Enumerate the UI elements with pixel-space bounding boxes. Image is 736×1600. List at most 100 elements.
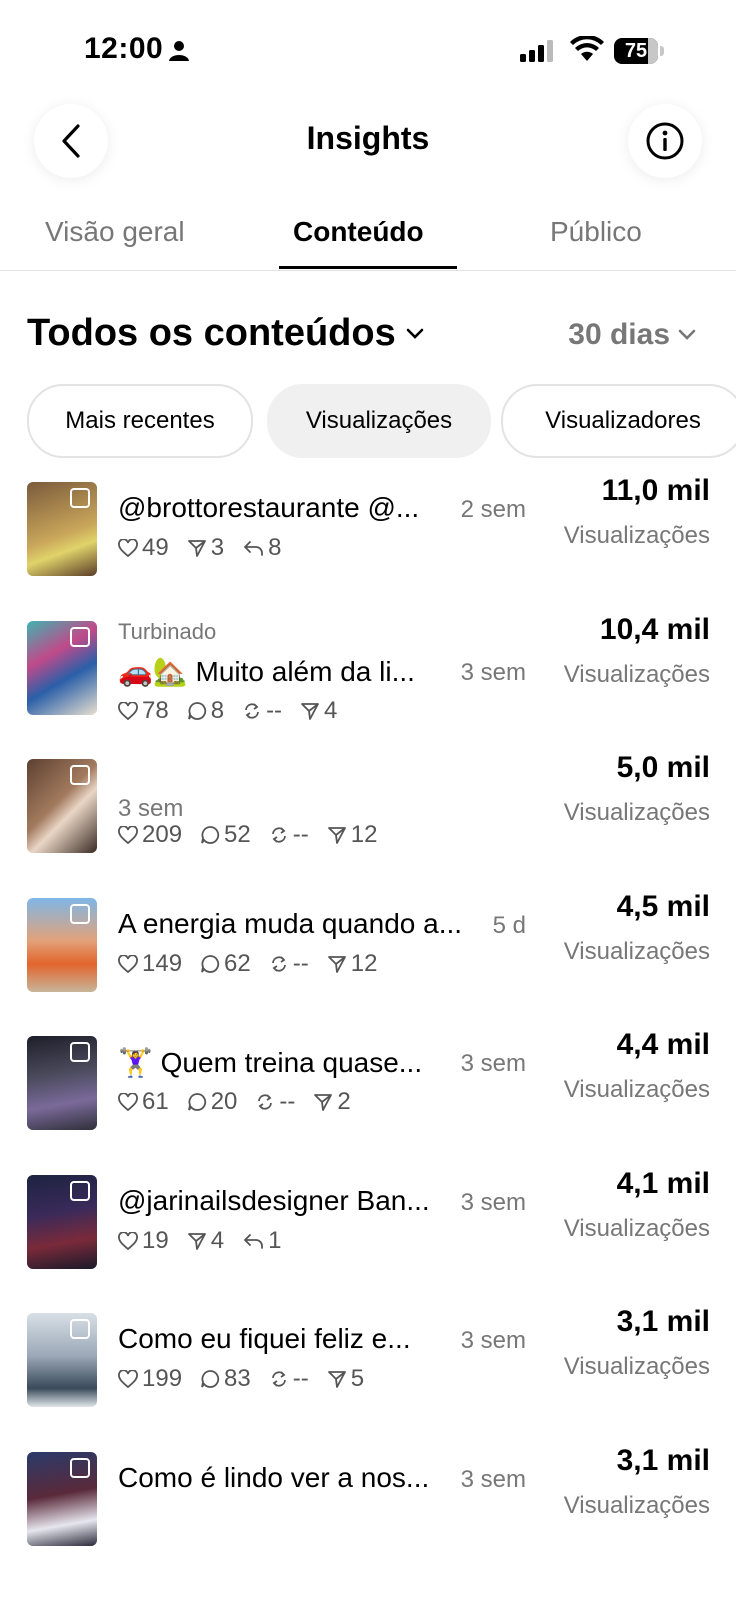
reposts-icon (269, 1369, 289, 1389)
likes-icon (118, 826, 138, 844)
post-caption: @jarinailsdesigner Ban... (118, 1184, 430, 1216)
likes-icon (118, 1370, 138, 1388)
post-caption: A energia muda quando a... (118, 907, 463, 939)
media-type-icon (70, 1180, 90, 1201)
post-thumbnail[interactable] (27, 897, 97, 992)
chip-mais-recentes[interactable]: Mais recentes (27, 384, 253, 458)
replies-count: 8 (242, 534, 281, 562)
chip-visualizadores[interactable]: Visualizadores (501, 384, 736, 458)
shares-count: 12 (327, 821, 377, 849)
comments-value: 83 (224, 1365, 251, 1392)
post-thumbnail[interactable] (27, 759, 97, 853)
tab-publico[interactable]: Público (550, 216, 642, 248)
post-thumbnail[interactable] (27, 1313, 97, 1407)
shares-icon (187, 538, 207, 558)
battery-icon: 75 (614, 38, 658, 64)
shares-count: 4 (187, 1227, 224, 1255)
likes-value: 61 (142, 1088, 169, 1115)
post-row[interactable]: 3 sem 209 52 -- 12 5,0 mil Visualizações (0, 751, 736, 897)
likes-count: 199 (118, 1365, 182, 1393)
post-age: 3 sem (460, 1188, 526, 1216)
likes-count: 61 (118, 1088, 169, 1116)
period-dropdown[interactable]: 30 dias (568, 318, 696, 352)
shares-value: 5 (350, 1365, 365, 1392)
status-time: 12:00 (84, 32, 164, 65)
views-value: 4,1 mil (616, 1166, 710, 1200)
likes-count: 49 (118, 534, 169, 562)
views-value: 11,0 mil (601, 474, 710, 507)
page-title: Insights (306, 120, 430, 156)
views-value: 4,5 mil (616, 889, 710, 923)
media-type-icon (70, 1042, 90, 1062)
likes-count: 19 (118, 1227, 169, 1255)
post-age: 2 sem (460, 496, 526, 523)
post-row[interactable]: @jarinailsdesigner Ban... 3 sem 19 4 1 4,1 mi… (0, 1167, 736, 1313)
reposts-value: -- (279, 1088, 296, 1115)
reposts-count: -- (269, 1365, 309, 1393)
views-value: 5,0 mil (616, 751, 710, 784)
tab-visao-geral[interactable]: Visão geral (45, 216, 185, 248)
views-value: 10,4 mil (599, 612, 710, 646)
post-caption: @brottorestaurante @... (118, 492, 420, 523)
content-type-dropdown[interactable]: Todos os conteúdos (27, 312, 424, 355)
status-bar: 12:00 75 (0, 0, 736, 100)
comments-count: 52 (200, 821, 251, 849)
shares-count: 5 (327, 1365, 364, 1393)
reposts-value: -- (292, 949, 309, 977)
likes-value: 49 (142, 534, 169, 561)
post-age: 3 sem (460, 658, 526, 686)
info-button[interactable] (628, 104, 702, 178)
post-row[interactable]: @brottorestaurante @... 2 sem 49 3 8 11,0 mil… (0, 474, 736, 620)
comments-icon (200, 1369, 220, 1389)
post-age: 3 sem (460, 1465, 526, 1493)
post-caption: 🚗🏡 Muito além da li... (118, 655, 415, 687)
views-value: 3,1 mil (616, 1443, 710, 1477)
likes-value: 199 (142, 1365, 183, 1392)
tab-conteudo[interactable]: Conteúdo (293, 216, 424, 248)
likes-count: 78 (118, 697, 169, 725)
post-row[interactable]: A energia muda quando a... 5 d 149 62 -- 12 4,… (0, 890, 736, 1036)
chip-visualizacoes[interactable]: Visualizações (267, 384, 491, 458)
reposts-count: -- (255, 1088, 295, 1116)
post-thumbnail[interactable] (27, 1451, 97, 1546)
views-label: Visualizações (563, 937, 710, 965)
likes-count: 209 (118, 821, 182, 849)
promoted-label: Turbinado (118, 618, 217, 644)
post-thumbnail[interactable] (27, 1036, 97, 1130)
reposts-icon (255, 1092, 275, 1112)
post-thumbnail[interactable] (27, 482, 97, 576)
likes-count: 149 (118, 950, 182, 978)
post-stats: 49 3 8 (118, 534, 281, 562)
shares-icon (327, 825, 347, 845)
info-icon (646, 122, 684, 160)
shares-icon (327, 954, 347, 974)
views-label: Visualizações (563, 799, 710, 826)
views-label: Visualizações (563, 1353, 710, 1380)
media-type-icon (70, 626, 90, 647)
replies-value: 1 (268, 1226, 282, 1254)
shares-icon (187, 1231, 207, 1251)
likes-icon (118, 701, 138, 720)
person-icon (169, 41, 189, 61)
media-type-icon (70, 488, 90, 508)
comments-icon (187, 701, 207, 721)
post-stats: 199 83 -- 5 (118, 1365, 364, 1393)
reposts-value: -- (292, 1365, 309, 1392)
post-thumbnail[interactable] (27, 1174, 97, 1269)
post-row[interactable]: Como eu fiquei feliz e... 3 sem 199 83 -- 5 3,… (0, 1305, 736, 1451)
post-row[interactable]: Turbinado 🚗🏡 Muito além da li... 3 sem 78 8 -… (0, 613, 736, 759)
post-stats: 61 20 -- 2 (118, 1088, 351, 1116)
post-row[interactable]: Como é lindo ver a nos... 3 sem 3,1 mil Vis… (0, 1444, 736, 1590)
post-thumbnail[interactable] (27, 620, 97, 715)
shares-count: 2 (313, 1088, 351, 1116)
post-row[interactable]: 🏋️‍♀️ Quem treina quase... 3 sem 61 20 -- 2 4,… (0, 1028, 736, 1174)
comments-icon (200, 825, 220, 845)
comments-count: 62 (200, 950, 251, 978)
post-caption: Como eu fiquei feliz e... (118, 1323, 411, 1354)
cellular-signal-icon (520, 40, 553, 62)
likes-value: 19 (142, 1226, 169, 1254)
post-stats: 149 62 -- 12 (118, 950, 377, 978)
views-label: Visualizações (563, 660, 710, 688)
reposts-value: -- (266, 696, 283, 724)
wifi-icon (570, 36, 604, 61)
